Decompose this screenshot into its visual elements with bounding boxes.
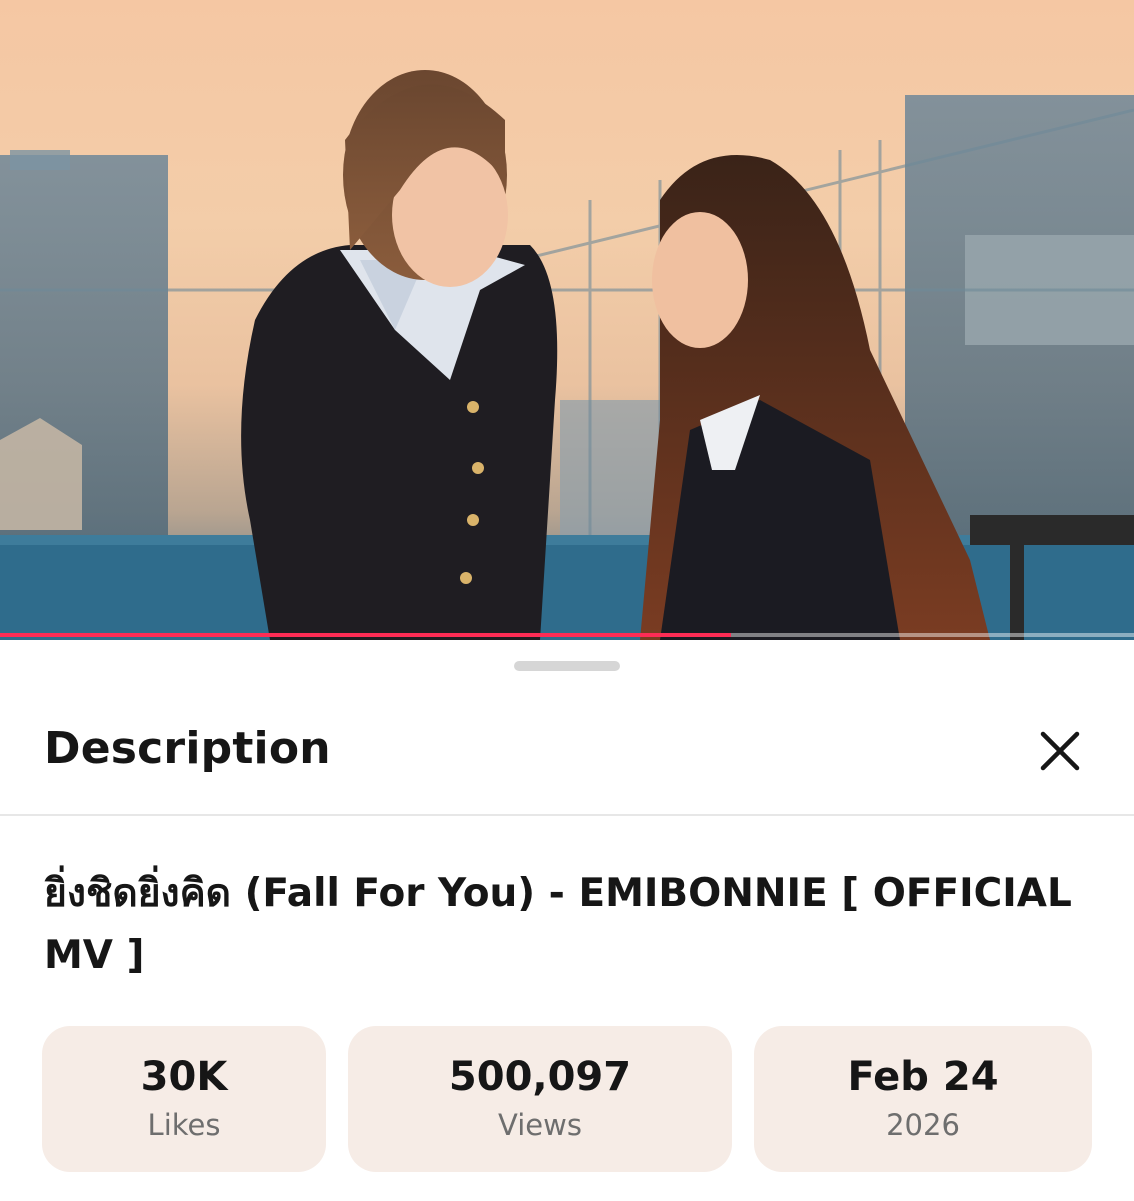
likes-stat: 30K Likes <box>42 1026 326 1172</box>
video-title: ยิ่งชิดยิ่งคิด (Fall For You) - EMIBONNI… <box>44 871 1072 978</box>
sheet-title: Description <box>44 723 331 774</box>
post-date: Feb 24 <box>847 1054 999 1100</box>
likes-count: 30K <box>140 1054 228 1100</box>
date-stat: Feb 24 2026 <box>754 1026 1092 1172</box>
sheet-drag-handle[interactable] <box>514 661 620 671</box>
views-stat: 500,097 Views <box>348 1026 732 1172</box>
video-progress-fill <box>0 633 732 637</box>
video-frame <box>0 70 1134 640</box>
description-sheet: Description ยิ่งชิดยิ่งคิด (Fall For You… <box>0 641 1134 1201</box>
video-progress-bar[interactable] <box>0 633 1134 637</box>
divider <box>0 814 1134 816</box>
likes-label: Likes <box>147 1108 221 1142</box>
post-year: 2026 <box>886 1108 960 1142</box>
close-button[interactable] <box>1030 721 1090 781</box>
views-count: 500,097 <box>448 1054 632 1100</box>
video-player[interactable] <box>0 0 1134 640</box>
views-label: Views <box>498 1108 582 1142</box>
close-icon <box>1040 731 1080 771</box>
